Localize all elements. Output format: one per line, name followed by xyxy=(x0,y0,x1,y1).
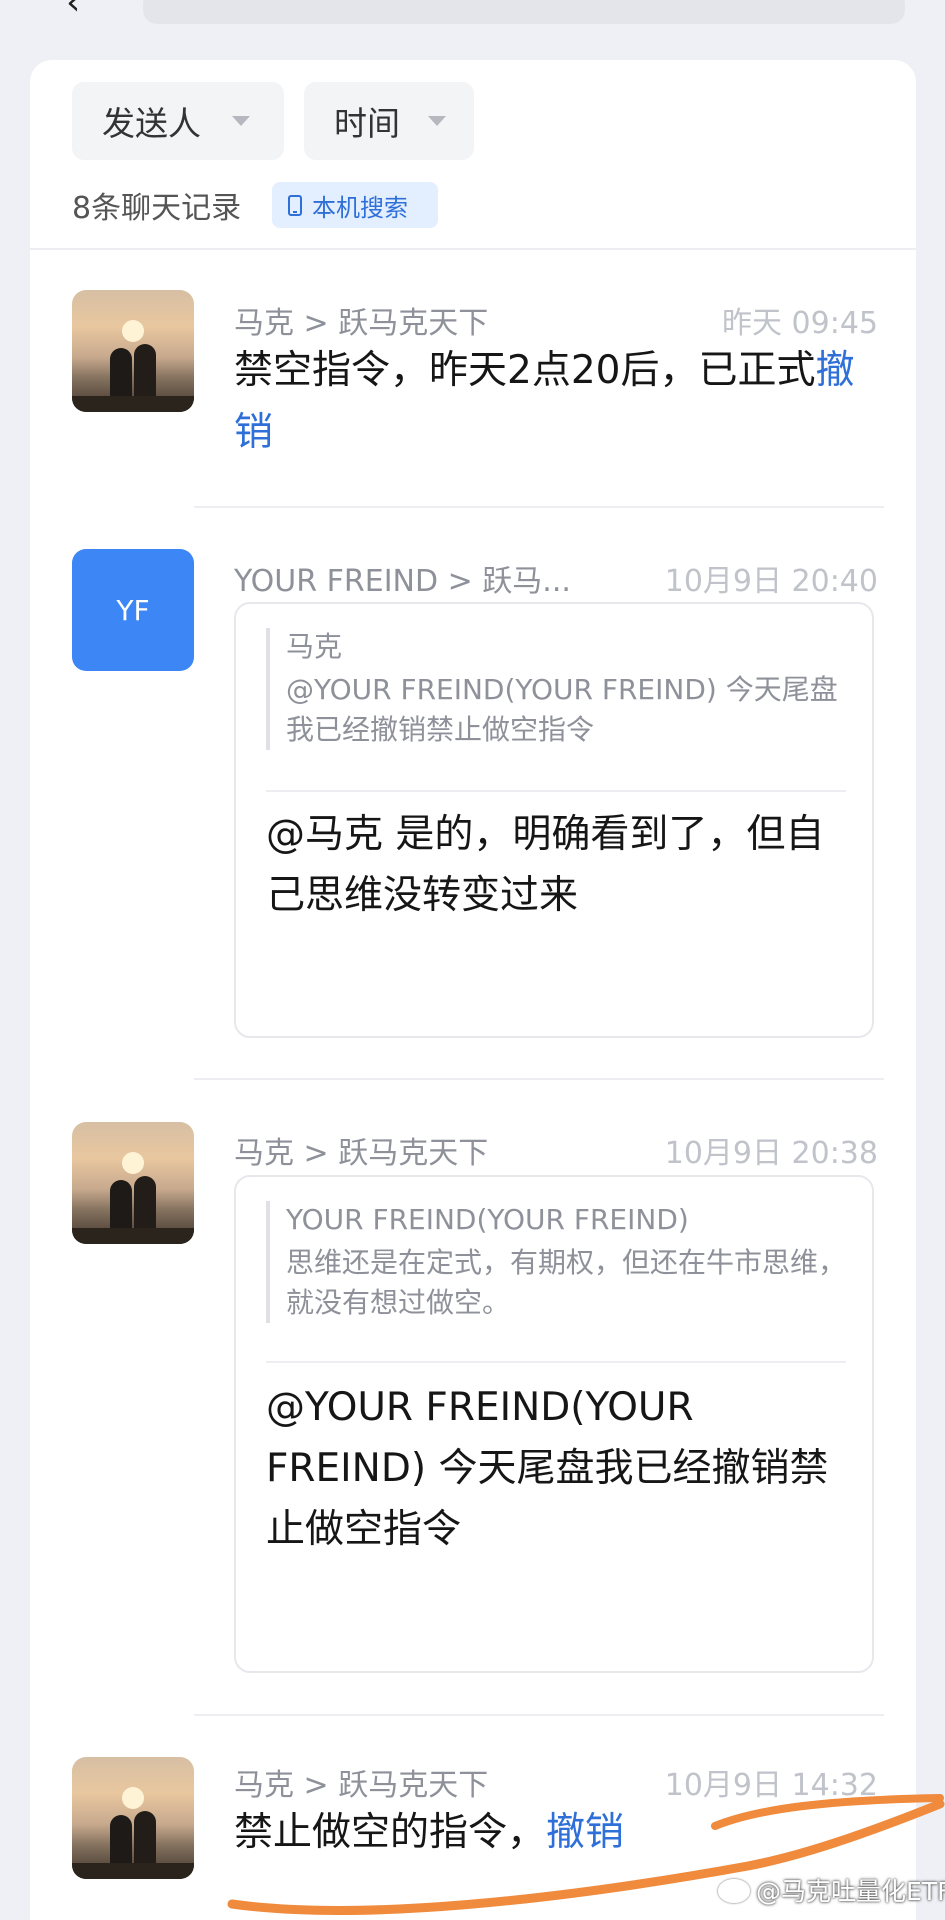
message-link[interactable]: 撤销 xyxy=(546,1810,624,1855)
reply-text: @马克 是的，明确看到了，但自己思维没转变过来 xyxy=(266,812,825,918)
message-sender: 马克 > 跃马克天下 xyxy=(234,1768,489,1803)
sender-filter-label: 发送人 xyxy=(102,104,201,143)
avatar[interactable] xyxy=(72,1122,194,1244)
phone-icon xyxy=(288,194,302,216)
message-text: 禁空指令，昨天2点20后，已正式撤销 xyxy=(234,340,874,464)
record-count: 8条聊天记录 xyxy=(72,191,242,226)
message-time: 昨天 09:45 xyxy=(722,306,878,341)
message-divider xyxy=(194,1714,884,1716)
quote-divider xyxy=(266,1361,846,1363)
avatar-initials: YF xyxy=(116,593,150,627)
caret-down-icon xyxy=(232,116,250,126)
quote-author: 马克 xyxy=(286,630,343,663)
quoted-message-card[interactable]: YOUR FREIND(YOUR FREIND) 思维还是在定式，有期权，但还在… xyxy=(234,1175,874,1673)
message-sender: YOUR FREIND > 跃马... xyxy=(234,564,571,599)
message-divider xyxy=(194,1078,884,1080)
weibo-icon xyxy=(718,1879,750,1903)
message-body: 禁空指令，昨天2点20后，已正式 xyxy=(234,348,816,393)
watermark-text: @马克吐量化ETF xyxy=(756,1877,945,1906)
quote-text: @YOUR FREIND(YOUR FREIND) 今天尾盘我已经撤销禁止做空指… xyxy=(286,673,838,746)
sender-filter-dropdown[interactable]: 发送人 xyxy=(72,82,284,160)
local-search-label: 本机搜索 xyxy=(312,193,408,222)
quote-block: YOUR FREIND(YOUR FREIND) 思维还是在定式，有期权，但还在… xyxy=(266,1201,846,1323)
quote-block: 马克 @YOUR FREIND(YOUR FREIND) 今天尾盘我已经撤销禁止… xyxy=(266,628,846,750)
message-sender: 马克 > 跃马克天下 xyxy=(234,1136,489,1171)
caret-down-icon xyxy=(428,116,446,126)
message-text: 禁止做空的指令，撤销 xyxy=(234,1802,874,1864)
header-divider xyxy=(30,248,916,250)
local-search-button[interactable]: 本机搜索 xyxy=(272,182,438,228)
avatar[interactable] xyxy=(72,1757,194,1879)
back-icon[interactable]: ‹ xyxy=(66,0,80,23)
time-filter-label: 时间 xyxy=(334,104,400,143)
quoted-message-card[interactable]: 马克 @YOUR FREIND(YOUR FREIND) 今天尾盘我已经撤销禁止… xyxy=(234,602,874,1038)
quote-author: YOUR FREIND(YOUR FREIND) xyxy=(286,1203,689,1236)
search-bar[interactable] xyxy=(143,0,905,24)
time-filter-dropdown[interactable]: 时间 xyxy=(304,82,474,160)
message-divider xyxy=(194,506,884,508)
message-sender: 马克 > 跃马克天下 xyxy=(234,306,489,341)
message-body: 禁止做空的指令， xyxy=(234,1810,547,1855)
avatar[interactable] xyxy=(72,290,194,412)
message-time: 10月9日 20:38 xyxy=(664,1136,878,1171)
message-time: 10月9日 20:40 xyxy=(664,564,878,599)
chat-record-panel: 发送人 时间 8条聊天记录 本机搜索 马克 > 跃马克天下 昨天 09:45 禁… xyxy=(30,60,916,1920)
message-time: 10月9日 14:32 xyxy=(664,1768,878,1803)
reply-text: @YOUR FREIND(YOUR FREIND) 今天尾盘我已经撤销禁止做空指… xyxy=(266,1385,829,1552)
quote-text: 思维还是在定式，有期权，但还在牛市思维，就没有想过做空。 xyxy=(286,1246,847,1319)
quote-divider xyxy=(266,790,846,792)
avatar[interactable]: YF xyxy=(72,549,194,671)
watermark: @马克吐量化ETF xyxy=(718,1872,945,1908)
